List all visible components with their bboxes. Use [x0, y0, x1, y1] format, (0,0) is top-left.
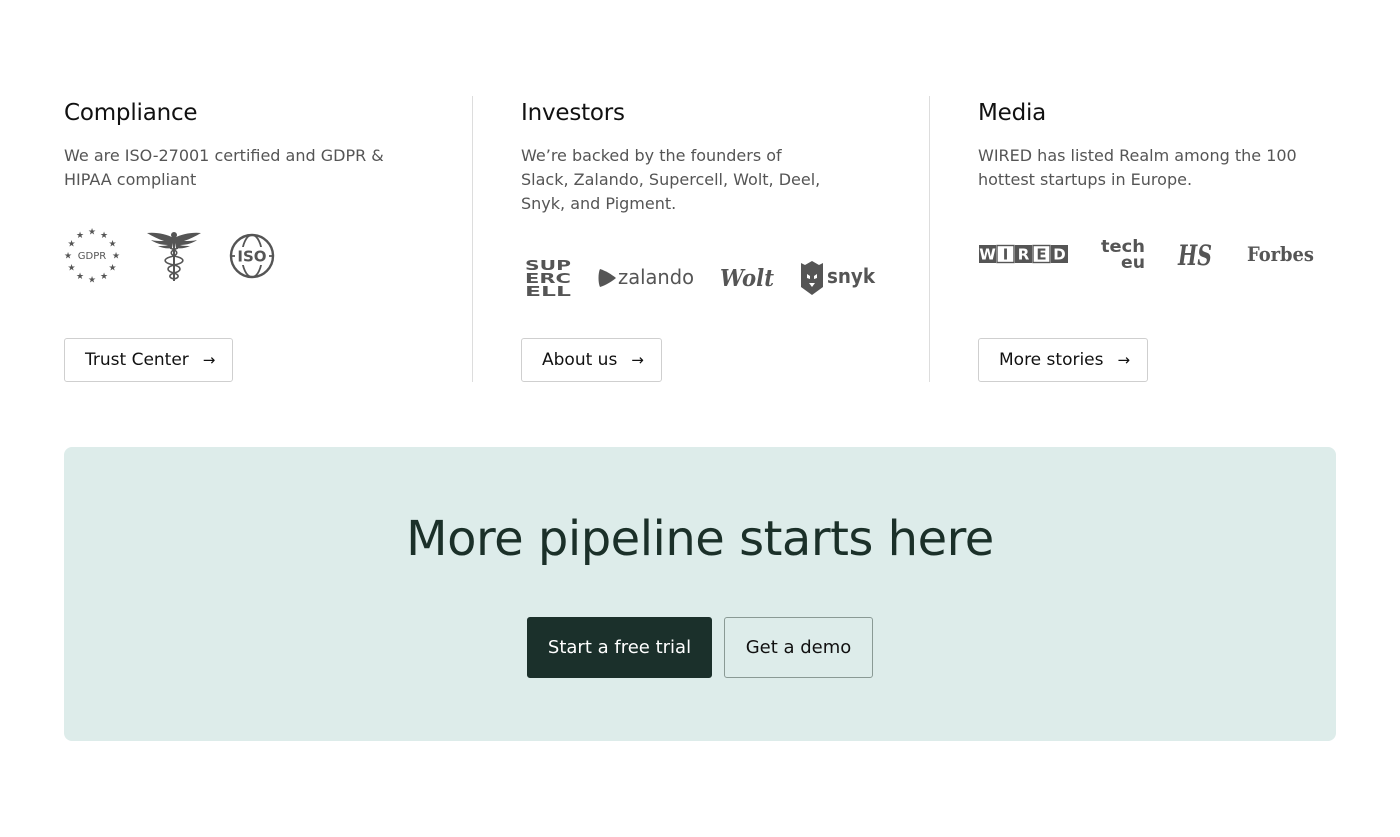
snyk-logo: snyk — [799, 260, 877, 296]
wired-logo: W I R E D — [978, 243, 1070, 265]
svg-text:★: ★ — [108, 264, 116, 274]
svg-text:★: ★ — [76, 231, 84, 241]
svg-text:★: ★ — [88, 276, 96, 285]
wolt-logo: Wolt — [719, 263, 775, 293]
trust-center-button[interactable]: Trust Center → — [64, 338, 234, 382]
media-column: Media WIRED has listed Realm among the 1… — [929, 96, 1336, 382]
zalando-logo-text: zalando — [618, 265, 694, 289]
wired-logo-letter-d: D — [1053, 246, 1065, 264]
arrow-right-icon: → — [202, 350, 216, 369]
more-stories-button[interactable]: More stories → — [978, 338, 1149, 382]
hs-logo: HS — [1176, 238, 1216, 270]
svg-text:★: ★ — [67, 264, 75, 274]
cta-title: More pipeline starts here — [406, 511, 994, 567]
investor-logos: SUP ERC ELL zalando Wolt snyk — [525, 258, 877, 298]
iso-icon: ISO — [228, 232, 276, 280]
svg-text:★: ★ — [64, 252, 72, 262]
trust-center-button-label: Trust Center — [85, 350, 189, 370]
hs-logo-text: HS — [1177, 239, 1212, 270]
snyk-logo-text: snyk — [827, 264, 876, 288]
forbes-logo: Forbes — [1246, 240, 1316, 268]
media-description: WIRED has listed Realm among the 100 hot… — [978, 146, 1297, 189]
supercell-logo: SUP ERC ELL — [525, 258, 573, 298]
forbes-logo-text: Forbes — [1247, 242, 1314, 266]
wired-logo-letter-r: R — [1018, 246, 1030, 264]
svg-text:★: ★ — [108, 240, 116, 250]
media-logos: W I R E D tech eu HS Forbes — [978, 234, 1316, 274]
svg-text:★: ★ — [100, 231, 108, 241]
caduceus-icon — [146, 230, 202, 282]
compliance-description: We are ISO-27001 certified and GDPR & HI… — [64, 146, 384, 189]
wired-logo-letter-e: E — [1036, 246, 1046, 264]
wired-logo-letter-w: W — [979, 246, 996, 264]
zalando-logo: zalando — [597, 263, 695, 293]
gdpr-icon-label: GDPR — [78, 251, 106, 262]
investors-title: Investors — [521, 100, 625, 126]
investors-column: Investors We’re backed by the founders o… — [472, 96, 929, 382]
arrow-right-icon: → — [1117, 350, 1131, 369]
svg-text:★: ★ — [76, 272, 84, 282]
about-us-button[interactable]: About us → — [521, 338, 662, 382]
more-stories-button-label: More stories — [999, 350, 1104, 370]
compliance-column: Compliance We are ISO-27001 certified an… — [64, 96, 472, 382]
about-us-button-label: About us — [542, 350, 618, 370]
wolt-logo-text: Wolt — [720, 265, 774, 292]
wired-logo-letter-i: I — [1003, 246, 1009, 264]
svg-text:★: ★ — [100, 272, 108, 282]
start-free-trial-button[interactable]: Start a free trial — [527, 617, 712, 678]
iso-icon-label: ISO — [237, 248, 266, 266]
investors-description: We’re backed by the founders of Slack, Z… — [521, 146, 821, 213]
cta-buttons: Start a free trial Get a demo — [64, 617, 1336, 678]
techeu-logo: tech eu — [1100, 236, 1146, 272]
techeu-logo-line-2: eu — [1121, 253, 1145, 272]
get-demo-button[interactable]: Get a demo — [724, 617, 873, 678]
supercell-logo-line-3: ELL — [525, 285, 571, 298]
gdpr-icon: ★ ★ ★ ★ ★ ★ ★ ★ ★ ★ ★ ★ GDPR — [64, 228, 120, 284]
cta-banner: More pipeline starts here Start a free t… — [64, 447, 1336, 741]
svg-text:★: ★ — [67, 240, 75, 250]
media-title: Media — [978, 100, 1047, 126]
trust-section: Compliance We are ISO-27001 certified an… — [64, 96, 1336, 382]
arrow-right-icon: → — [631, 350, 644, 369]
svg-text:★: ★ — [112, 252, 120, 262]
compliance-title: Compliance — [64, 100, 198, 126]
svg-text:★: ★ — [88, 228, 96, 238]
compliance-logos: ★ ★ ★ ★ ★ ★ ★ ★ ★ ★ ★ ★ GDPR ISO — [64, 228, 276, 284]
